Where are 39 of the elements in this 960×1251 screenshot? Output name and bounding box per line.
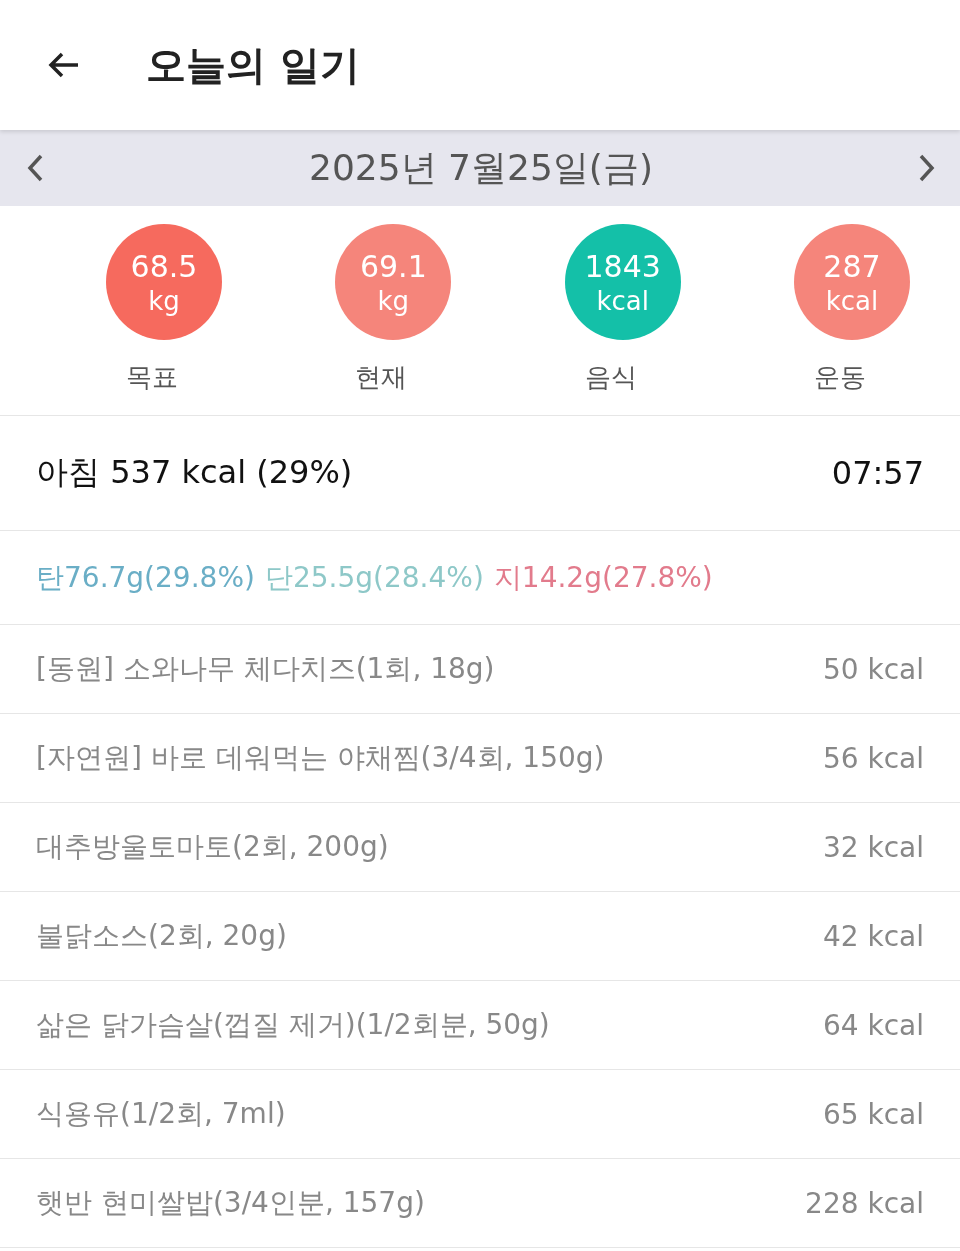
stat-label: 음식 — [584, 361, 637, 394]
next-button[interactable] — [918, 153, 936, 183]
meal-time: 07:57 — [831, 454, 924, 492]
back-button[interactable] — [48, 51, 80, 79]
stat-value: 1843 — [584, 248, 661, 284]
food-name: 불닭소스(2회, 20g) — [36, 918, 287, 954]
food-name: 대추방울토마토(2회, 200g) — [36, 829, 389, 865]
macro-text: 지14.2g(27.8%) — [493, 559, 713, 596]
page-title: 오늘의 일기 — [146, 40, 360, 90]
chevron-left-icon — [26, 153, 44, 183]
stat-unit: kg — [148, 285, 180, 316]
stat-value: 69.1 — [359, 248, 427, 284]
stat-unit: kg — [377, 285, 410, 316]
food-name: [동원] 소와나무 체다치즈(1회, 18g) — [36, 651, 495, 687]
stat-unit: kcal — [825, 285, 879, 316]
stat-value: 68.5 — [130, 248, 198, 284]
macro-text: 탄76.7g(29.8%) — [36, 559, 255, 596]
food-calories: 50 kcal — [822, 652, 924, 686]
stat-label: 현재 — [355, 361, 408, 394]
macro-text: 단25.5g(28.4%) — [264, 559, 484, 596]
food-calories: 42 kcal — [822, 919, 924, 953]
stat-value: 287 — [823, 248, 881, 284]
food-name: 식용유(1/2회, 7ml) — [36, 1096, 286, 1132]
food-calories: 228 kcal — [805, 1186, 924, 1220]
food-calories: 32 kcal — [822, 830, 924, 864]
food-calories: 64 kcal — [822, 1008, 924, 1042]
stat-unit: kcal — [596, 285, 649, 316]
food-name: 햇반 현미쌀밥(3/4인분, 157g) — [36, 1185, 425, 1221]
date-label: 2025년 7월25일(금) — [309, 145, 653, 190]
back-arrow-icon — [48, 51, 80, 79]
food-name: 삶은 닭가슴살(껍질 제거)(1/2회분, 50g) — [36, 1007, 550, 1043]
chevron-right-icon — [918, 153, 936, 183]
food-name: [자연원] 바로 데워먹는 야채찜(3/4회, 150g) — [36, 740, 605, 776]
stat-label: 운동 — [814, 361, 866, 394]
food-calories: 65 kcal — [822, 1097, 924, 1131]
food-calories: 56 kcal — [822, 741, 924, 775]
previous-button[interactable] — [26, 153, 44, 183]
meal-title: 아침 537 kcal (29%) — [36, 452, 353, 493]
stat-label: 목표 — [126, 361, 178, 394]
